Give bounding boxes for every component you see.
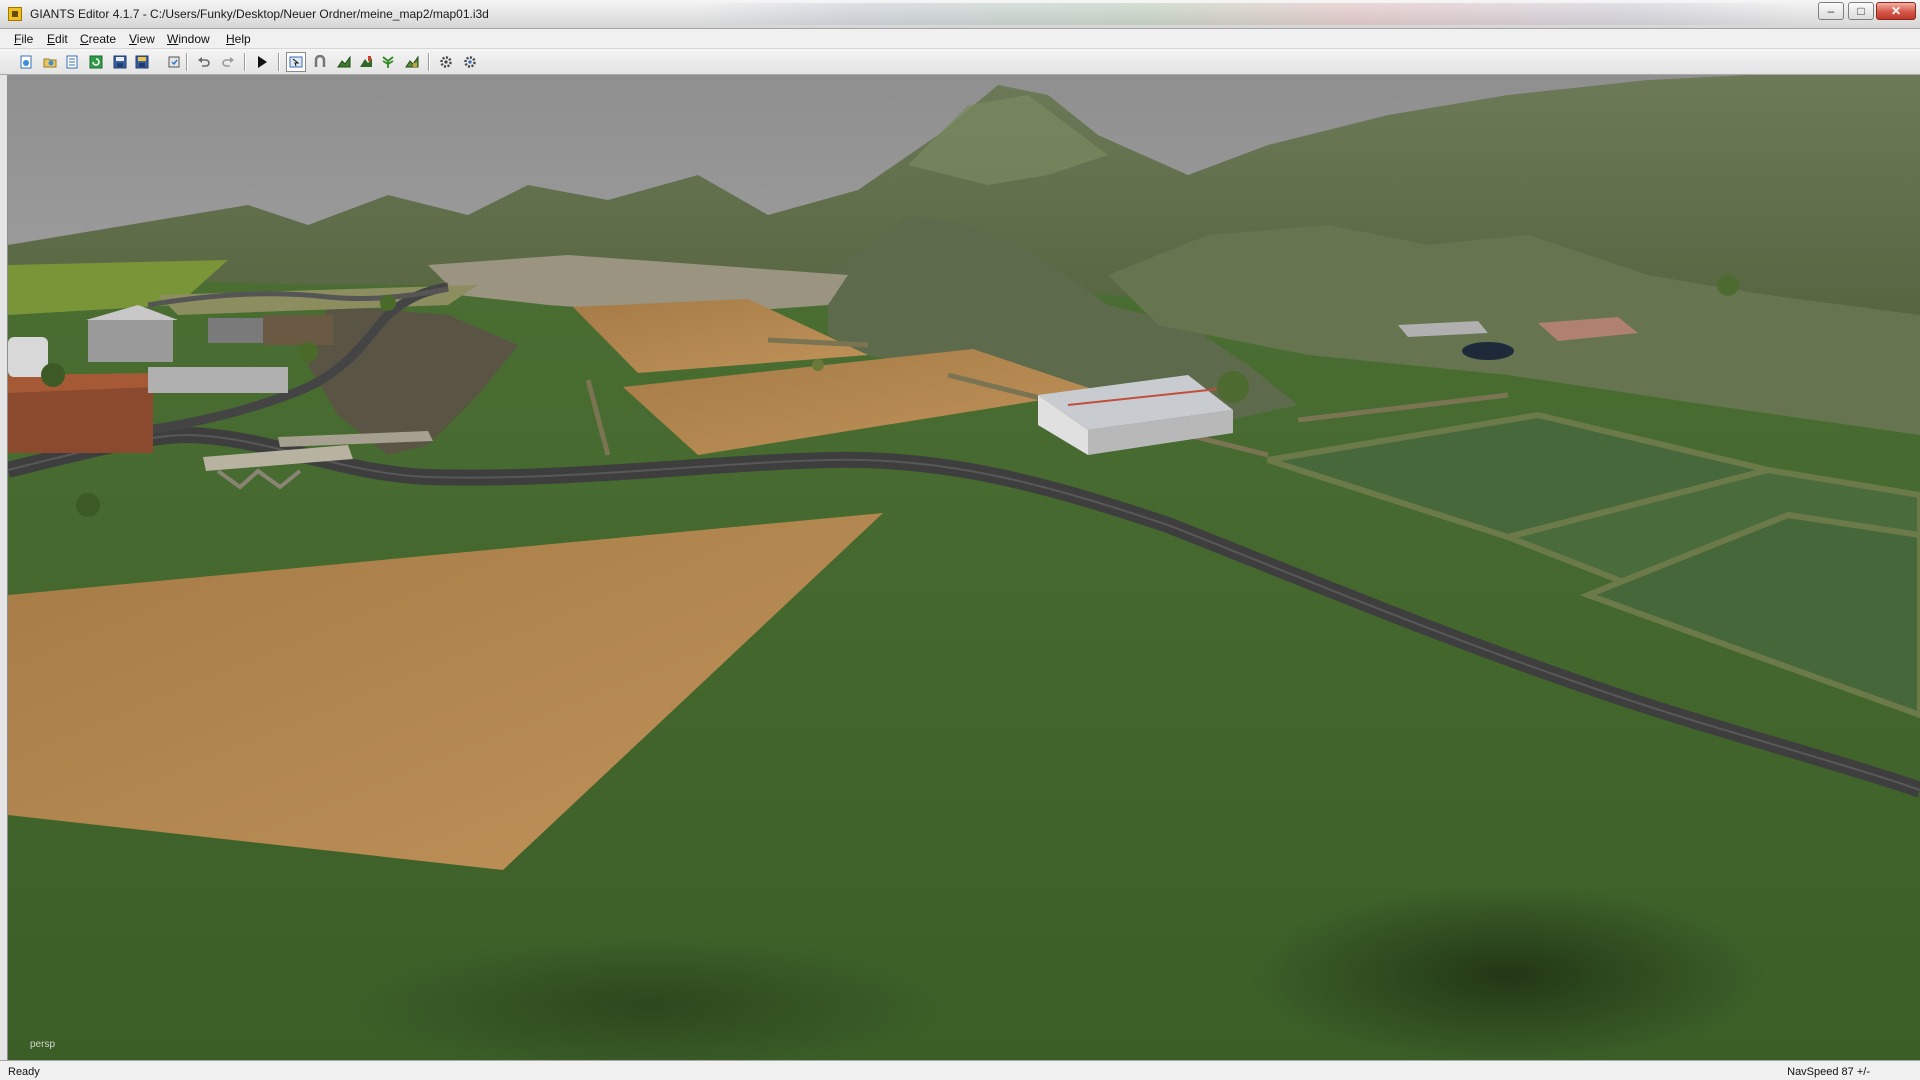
terrain-detail-icon[interactable] [402, 52, 422, 72]
play-icon[interactable] [252, 52, 272, 72]
terrain-paint-icon[interactable] [356, 52, 376, 72]
menu-file[interactable]: File [14, 32, 33, 46]
menu-bar: File Edit Create View Window Help [0, 29, 1920, 49]
nav-speed-readout: NavSpeed 87 +/- [1787, 1066, 1870, 1078]
title-bar: GIANTS Editor 4.1.7 - C:/Users/Funky/Des… [0, 0, 1920, 29]
menu-window[interactable]: Window [167, 32, 210, 46]
status-bar: Ready NavSpeed 87 +/- [0, 1060, 1920, 1080]
water-tank [1462, 342, 1514, 360]
select-mode-icon[interactable] [286, 52, 306, 72]
new-scene-icon[interactable] [16, 52, 36, 72]
cloud-shadow [1248, 885, 1768, 1060]
toolbar-separator [278, 53, 280, 71]
list-icon[interactable] [62, 52, 82, 72]
menu-create[interactable]: Create [80, 32, 116, 46]
toolbar-separator [244, 53, 246, 71]
giants-editor-app-icon [8, 7, 22, 21]
shed-small [208, 318, 263, 343]
window-title: GIANTS Editor 4.1.7 - C:/Users/Funky/Des… [30, 7, 489, 21]
viewport-scene[interactable] [8, 75, 1920, 1060]
magnet-icon[interactable] [310, 52, 330, 72]
menu-edit[interactable]: Edit [47, 32, 68, 46]
toolbar [0, 49, 1920, 75]
save-all-icon[interactable] [132, 52, 152, 72]
barn-red [8, 385, 153, 453]
viewport-left-border [0, 75, 8, 1060]
title-bar-background-decor [690, 3, 1800, 25]
maximize-button[interactable]: □ [1848, 2, 1874, 20]
menu-help[interactable]: Help [226, 32, 251, 46]
minimize-button[interactable]: – [1818, 2, 1844, 20]
open-icon[interactable] [40, 52, 60, 72]
status-text: Ready [8, 1066, 40, 1078]
save-icon[interactable] [110, 52, 130, 72]
shed-long [148, 367, 288, 393]
3d-viewport[interactable]: persp [8, 75, 1920, 1060]
foliage-paint-icon[interactable] [378, 52, 398, 72]
refresh-icon[interactable] [86, 52, 106, 72]
menu-view[interactable]: View [129, 32, 155, 46]
shed-wood [263, 315, 333, 345]
toolbar-separator [186, 53, 188, 71]
toolbar-separator [428, 53, 430, 71]
settings-gear-icon[interactable] [436, 52, 456, 72]
terrain-sculpt-icon[interactable] [334, 52, 354, 72]
settings-gear-2-icon[interactable] [460, 52, 480, 72]
undo-icon[interactable] [194, 52, 214, 72]
import-icon[interactable] [164, 52, 184, 72]
close-button[interactable]: ✕ [1876, 2, 1916, 20]
camera-label: persp [30, 1039, 56, 1050]
redo-icon[interactable] [218, 52, 238, 72]
shed-grey [88, 320, 173, 362]
